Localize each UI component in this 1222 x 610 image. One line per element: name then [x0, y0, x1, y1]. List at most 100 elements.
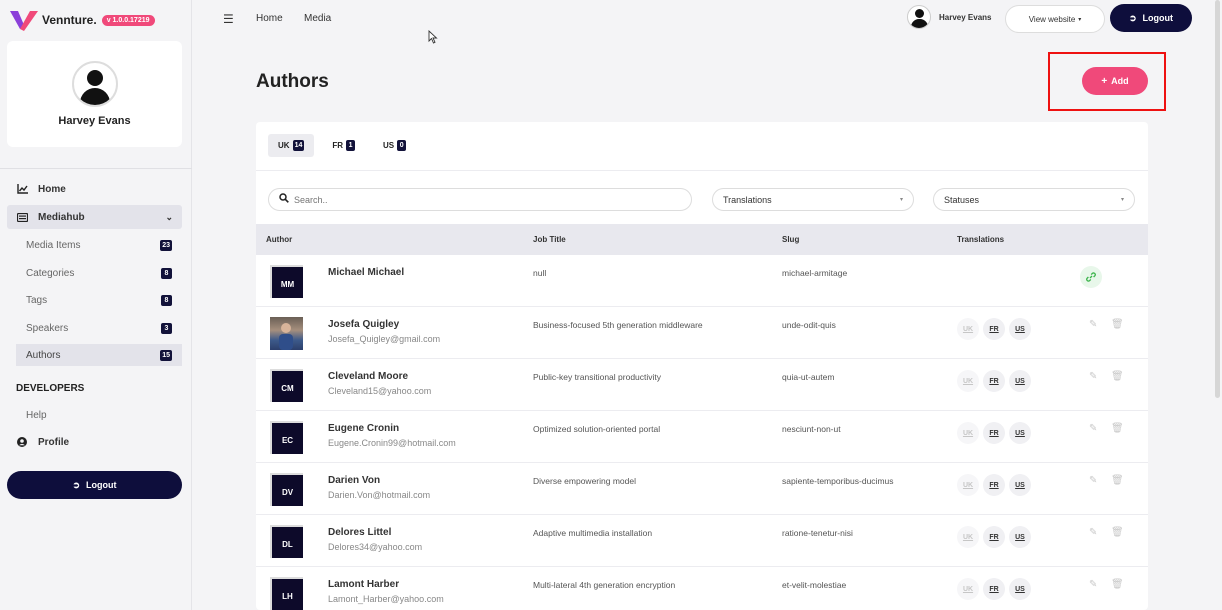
sidebar-item-media-items[interactable]: Media Items 23: [16, 234, 182, 256]
author-name[interactable]: Eugene Cronin: [328, 423, 399, 434]
view-website-dropdown[interactable]: View website ▾: [1005, 5, 1105, 33]
lang-us[interactable]: US: [1009, 370, 1031, 392]
sidebar-item-tags[interactable]: Tags 8: [16, 289, 182, 311]
user-menu[interactable]: Harvey Evans: [907, 5, 991, 29]
sidebar-item-help[interactable]: Help: [16, 404, 182, 426]
sidebar-item-authors[interactable]: Authors 15: [16, 344, 182, 366]
author-name[interactable]: Darien Von: [328, 475, 380, 486]
search-input[interactable]: [294, 194, 654, 205]
lang-fr[interactable]: FR: [983, 474, 1005, 496]
header-slug[interactable]: Slug: [782, 235, 799, 244]
pencil-icon[interactable]: ✎: [1089, 527, 1097, 538]
lang-uk[interactable]: UK: [957, 526, 979, 548]
author-job-title: Public-key transitional productivity: [533, 372, 662, 382]
author-name[interactable]: Cleveland Moore: [328, 371, 408, 382]
table-row[interactable]: MM Michael Michael null michael-armitage: [256, 255, 1148, 307]
trash-icon[interactable]: 🗑: [1111, 475, 1124, 486]
author-thumbnail: DV: [270, 473, 303, 506]
lang-fr[interactable]: FR: [983, 578, 1005, 600]
lang-uk[interactable]: UK: [957, 422, 979, 444]
brand[interactable]: Vennture. v 1.0.0.17219: [10, 9, 155, 31]
view-website-label: View website: [1028, 14, 1076, 24]
author-slug: quia-ut-autem: [782, 372, 835, 382]
count-badge: 23: [160, 239, 172, 251]
lang-uk[interactable]: UK: [957, 578, 979, 600]
header-translations[interactable]: Translations: [957, 235, 1004, 244]
authors-panel: UK 14 FR 1 US 0 Translations ▾ Statuses …: [256, 122, 1148, 610]
statuses-select[interactable]: Statuses ▾: [933, 188, 1135, 211]
tab-label: FR: [332, 141, 344, 150]
lang-fr[interactable]: FR: [983, 318, 1005, 340]
author-name[interactable]: Delores Littel: [328, 527, 391, 538]
search-box[interactable]: [268, 188, 692, 211]
lang-us[interactable]: US: [1009, 422, 1031, 444]
lang-fr[interactable]: FR: [983, 422, 1005, 444]
sidebar-item-categories[interactable]: Categories 8: [16, 262, 182, 284]
trash-icon[interactable]: 🗑: [1111, 319, 1124, 330]
scrollbar[interactable]: [1215, 0, 1220, 398]
avatar[interactable]: [72, 61, 118, 107]
count-badge: 8: [161, 294, 172, 306]
table-row[interactable]: LH Lamont Harber Lamont_Harber@yahoo.com…: [256, 567, 1148, 610]
lang-us[interactable]: US: [1009, 474, 1031, 496]
translations-select[interactable]: Translations ▾: [712, 188, 914, 211]
lang-us[interactable]: US: [1009, 526, 1031, 548]
hamburger-menu-icon[interactable]: ☰: [223, 12, 234, 26]
trash-icon[interactable]: 🗑: [1111, 423, 1124, 434]
pencil-icon[interactable]: ✎: [1089, 579, 1097, 590]
trash-icon[interactable]: 🗑: [1111, 371, 1124, 382]
search-icon: [279, 193, 289, 206]
tab-uk[interactable]: UK 14: [268, 134, 315, 157]
lang-fr[interactable]: FR: [983, 370, 1005, 392]
tab-us[interactable]: US 0: [373, 134, 416, 157]
author-job-title: Optimized solution-oriented portal: [533, 424, 661, 434]
sidebar-item-speakers[interactable]: Speakers 3: [16, 317, 182, 339]
author-thumbnail: MM: [270, 265, 303, 298]
pencil-icon[interactable]: ✎: [1089, 475, 1097, 486]
lang-fr[interactable]: FR: [983, 526, 1005, 548]
author-name[interactable]: Lamont Harber: [328, 579, 399, 590]
table-row[interactable]: EC Eugene Cronin Eugene.Cronin99@hotmail…: [256, 411, 1148, 463]
lang-uk[interactable]: UK: [957, 318, 979, 340]
user-name: Harvey Evans: [939, 12, 992, 22]
sidebar-item-home[interactable]: Home: [7, 177, 182, 201]
table-row[interactable]: DL Delores Littel Delores34@yahoo.com Ad…: [256, 515, 1148, 567]
author-name[interactable]: Josefa Quigley: [328, 319, 399, 330]
sidebar-item-label: Media Items: [26, 239, 81, 251]
trash-icon[interactable]: 🗑: [1111, 527, 1124, 538]
author-slug: et-velit-molestiae: [782, 580, 847, 590]
breadcrumb-media[interactable]: Media: [304, 13, 331, 24]
media-icon: [16, 211, 28, 223]
chevron-down-icon: ⌄: [165, 211, 173, 222]
table-row[interactable]: Josefa Quigley Josefa_Quigley@gmail.com …: [256, 307, 1148, 359]
tab-fr[interactable]: FR 1: [322, 134, 365, 157]
pencil-icon[interactable]: ✎: [1089, 371, 1097, 382]
lang-us[interactable]: US: [1009, 578, 1031, 600]
header-author[interactable]: Author: [266, 235, 292, 244]
lang-us[interactable]: US: [1009, 318, 1031, 340]
count-badge: 0: [397, 140, 407, 151]
author-name[interactable]: Michael Michael: [328, 267, 404, 278]
author-email: Lamont_Harber@yahoo.com: [328, 594, 444, 604]
header-job-title[interactable]: Job Title: [533, 235, 566, 244]
lang-uk[interactable]: UK: [957, 370, 979, 392]
add-button[interactable]: + Add: [1082, 67, 1148, 95]
lang-uk[interactable]: UK: [957, 474, 979, 496]
table-row[interactable]: CM Cleveland Moore Cleveland15@yahoo.com…: [256, 359, 1148, 411]
table-row[interactable]: DV Darien Von Darien.Von@hotmail.com Div…: [256, 463, 1148, 515]
sidebar-logout-button[interactable]: ➲ Logout: [7, 471, 182, 499]
caret-down-icon: ▾: [1078, 16, 1082, 23]
sidebar-item-mediahub[interactable]: Mediahub ⌄: [7, 205, 182, 229]
logout-button[interactable]: ➲ Logout: [1110, 4, 1192, 32]
pencil-icon[interactable]: ✎: [1089, 319, 1097, 330]
breadcrumb-home[interactable]: Home: [256, 13, 283, 24]
pencil-icon[interactable]: ✎: [1089, 423, 1097, 434]
topbar: ☰ Home Media Harvey Evans View website ▾…: [193, 0, 1222, 38]
sidebar-item-profile[interactable]: Profile: [7, 430, 182, 454]
logout-label: Logout: [86, 480, 117, 490]
link-icon[interactable]: [1080, 266, 1102, 288]
sign-out-icon: ➲: [72, 479, 81, 490]
trash-icon[interactable]: 🗑: [1111, 579, 1124, 590]
sidebar-item-label: Categories: [26, 267, 75, 279]
author-email: Delores34@yahoo.com: [328, 542, 423, 552]
